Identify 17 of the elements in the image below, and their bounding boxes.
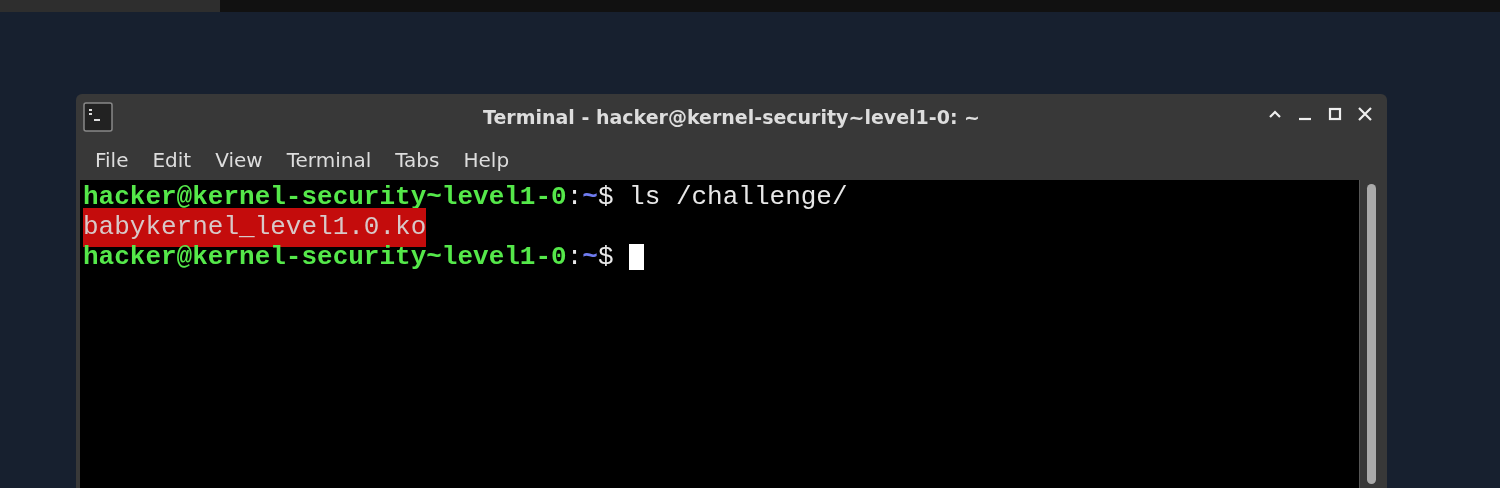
maximize-icon[interactable] [1327, 106, 1343, 122]
menu-item[interactable]: Edit [142, 145, 202, 175]
terminal-text: : [566, 180, 583, 214]
terminal-icon [83, 102, 113, 132]
terminal-text: $ [597, 240, 615, 274]
menu-item[interactable]: Terminal [276, 145, 382, 175]
menu-item[interactable]: Tabs [385, 145, 450, 175]
prompt-path: ~ [582, 240, 598, 274]
window-title: Terminal - hacker@kernel-security~level1-0: ~ [482, 104, 981, 130]
scrollbar-thumb[interactable] [1367, 184, 1376, 484]
menu-item[interactable]: View [205, 145, 273, 175]
menu-item[interactable]: Help [453, 145, 520, 175]
prompt-path: ~ [582, 180, 598, 214]
menu-item[interactable]: File [85, 145, 139, 175]
terminal-text: : [566, 240, 583, 274]
terminal-text: $ ls /challenge/ [597, 180, 848, 214]
close-icon[interactable] [1357, 106, 1373, 122]
